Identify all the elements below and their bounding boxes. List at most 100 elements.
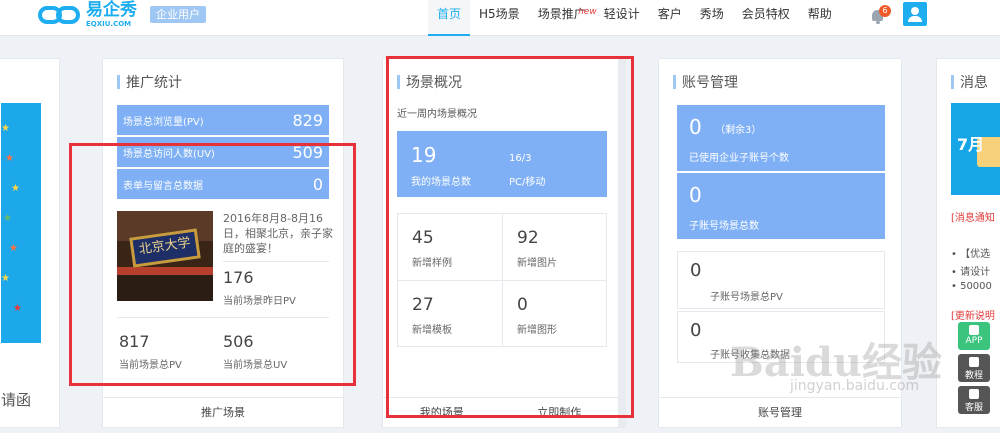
scene-total-label: 我的场景总数 — [411, 177, 471, 188]
total-uv-block: 506 当前场景总UV — [223, 332, 287, 371]
my-scenes-link[interactable]: 我的场景 — [383, 398, 501, 427]
main-nav: 首页 H5场景 场景推广 new 轻设计 客户 秀场 会员特权 帮助 — [428, 0, 841, 36]
user-avatar-icon[interactable] — [903, 2, 927, 26]
account-management-title: 账号管理 — [673, 73, 738, 91]
customer-service-button[interactable]: 客服 — [958, 386, 990, 414]
stat-label: 场景总访问人数(UV) — [123, 148, 215, 160]
new-samples-cell: 45 新增样例 — [398, 214, 503, 281]
total-uv-value: 506 — [223, 332, 254, 351]
new-templates-value: 27 — [412, 295, 434, 315]
scene-total-panel: 19 我的场景总数 16/3 PC/移动 — [397, 131, 607, 197]
nav-scene-promotion[interactable]: 场景推广 new — [529, 0, 597, 36]
promotion-stats-title-text: 推广统计 — [126, 75, 182, 91]
new-templates-cell: 27 新增模板 — [398, 281, 503, 348]
pc-mobile-label: PC/移动 — [509, 177, 546, 188]
site-logo[interactable]: 易企秀 EQXIU.COM — [38, 2, 137, 28]
messages-title: 消息 — [951, 73, 988, 91]
banner-month-text: 7月 — [957, 135, 985, 154]
sub-account-collect-value: 0 — [690, 320, 702, 341]
app-button-label: APP — [965, 336, 983, 346]
new-templates-label: 新增模板 — [412, 325, 452, 336]
account-management-link[interactable]: 账号管理 — [659, 398, 901, 427]
scene-description[interactable]: 2016年8月8-8月16日，相聚北京，亲子家庭的盛宴！ — [223, 211, 333, 256]
promotion-card-footer: 推广场景 — [103, 397, 343, 427]
promote-scene-link[interactable]: 推广场景 — [103, 398, 343, 427]
sub-accounts-remaining: （剩余3） — [715, 125, 762, 136]
stat-row-form-data: 表单与留言总数据 0 — [117, 169, 329, 199]
new-images-label: 新增图片 — [517, 258, 557, 269]
nav-showcase[interactable]: 秀场 — [691, 0, 733, 36]
message-item[interactable]: • 请设计 — [951, 263, 990, 278]
nav-home[interactable]: 首页 — [428, 0, 471, 36]
sub-account-collect-panel: 0 子账号收集总数据 — [677, 311, 885, 363]
person-icon — [969, 389, 979, 399]
stat-value: 509 — [292, 142, 323, 162]
sub-accounts-used-value: 0 — [689, 115, 702, 139]
play-icon — [969, 357, 979, 367]
pc-mobile-value: 16/3 — [509, 153, 532, 164]
promotion-stats-card: 推广统计 场景总浏览量(PV) 829 场景总访问人数(UV) 509 表单与留… — [102, 58, 344, 428]
phone-icon — [969, 325, 979, 335]
top-navigation-bar: 易企秀 EQXIU.COM 企业用户 首页 H5场景 场景推广 new 轻设计 … — [0, 0, 1000, 36]
nav-help[interactable]: 帮助 — [799, 0, 841, 36]
new-images-value: 92 — [517, 228, 539, 248]
message-notice-heading[interactable]: [消息通知 — [951, 209, 995, 224]
promotion-stats-title: 推广统计 — [117, 73, 182, 91]
logo-icon — [38, 2, 84, 28]
nav-h5-scenes[interactable]: H5场景 — [470, 0, 529, 36]
sub-account-scenes-panel: 0 子账号场景总数 — [677, 173, 885, 239]
app-download-button[interactable]: APP — [958, 322, 990, 350]
sub-accounts-used-label: 已使用企业子账号个数 — [689, 153, 789, 164]
scene-total-value: 19 — [411, 143, 437, 167]
enterprise-user-badge[interactable]: 企业用户 — [150, 6, 206, 23]
nav-member-privileges[interactable]: 会员特权 — [733, 0, 799, 36]
stat-value: 0 — [312, 174, 323, 194]
message-item[interactable]: • 50000 — [951, 281, 992, 292]
create-now-link[interactable]: 立即制作 — [501, 398, 619, 427]
sub-account-pv-panel: 0 子账号场景总PV — [677, 251, 885, 309]
tutorial-button-label: 教程 — [964, 371, 983, 381]
sub-account-collect-label: 子账号收集总数据 — [710, 350, 790, 361]
nav-light-design[interactable]: 轻设计 — [595, 0, 649, 36]
total-pv-value: 817 — [119, 332, 150, 351]
stat-row-total-pv: 场景总浏览量(PV) 829 — [117, 105, 329, 135]
account-management-title-text: 账号管理 — [682, 75, 738, 91]
update-notes-heading[interactable]: [更新说明 — [951, 307, 995, 322]
scene-overview-subtitle: 近一周内场景概况 — [397, 109, 477, 120]
sub-account-pv-label: 子账号场景总PV — [710, 292, 783, 303]
total-pv-label: 当前场景总PV — [119, 360, 182, 371]
account-management-card: 账号管理 0 （剩余3） 已使用企业子账号个数 0 子账号场景总数 0 子账号场… — [658, 58, 902, 428]
yesterday-pv-value: 176 — [223, 268, 254, 287]
sub-account-pv-value: 0 — [690, 260, 702, 281]
new-shapes-value: 0 — [517, 295, 528, 315]
sub-account-scenes-label: 子账号场景总数 — [689, 221, 759, 232]
weekly-additions-grid: 45 新增样例 92 新增图片 27 新增模板 0 新增图形 — [397, 213, 607, 347]
new-samples-value: 45 — [412, 228, 434, 248]
stat-label: 场景总浏览量(PV) — [123, 116, 204, 128]
messages-title-text: 消息 — [960, 75, 988, 91]
notification-bell-icon[interactable]: 6 — [866, 5, 891, 27]
stat-label: 表单与留言总数据 — [123, 180, 203, 192]
customer-service-label: 客服 — [964, 403, 983, 413]
invitation-card: ★ ★ ★ ★ ★ ★ ★ 请函 — [0, 58, 60, 428]
message-item[interactable]: • 【优选 — [951, 245, 990, 260]
new-shapes-cell: 0 新增图形 — [503, 281, 608, 348]
scene-card-footer: 我的场景 立即制作 — [383, 397, 618, 427]
sub-account-scenes-value: 0 — [689, 183, 702, 207]
scene-total-stats: 817 当前场景总PV 506 当前场景总UV — [117, 317, 329, 371]
new-images-cell: 92 新增图片 — [503, 214, 608, 281]
scene-thumbnail[interactable]: 北京大学 — [117, 211, 213, 301]
yesterday-pv-block: 176 当前场景昨日PV — [223, 261, 329, 307]
scene-overview-card: 场景概况 近一周内场景概况 19 我的场景总数 16/3 PC/移动 45 新增… — [382, 58, 626, 428]
stat-value: 829 — [292, 110, 323, 130]
sub-accounts-used-panel: 0 （剩余3） 已使用企业子账号个数 — [677, 105, 885, 171]
scene-overview-title-text: 场景概况 — [406, 75, 462, 91]
invitation-image[interactable]: ★ ★ ★ ★ ★ ★ ★ — [1, 103, 41, 343]
tutorial-button[interactable]: 教程 — [958, 354, 990, 382]
nav-customers[interactable]: 客户 — [649, 0, 691, 36]
total-uv-label: 当前场景总UV — [223, 360, 288, 371]
new-shapes-label: 新增图形 — [517, 325, 557, 336]
new-samples-label: 新增样例 — [412, 258, 452, 269]
scene-overview-title: 场景概况 — [397, 73, 462, 91]
messages-banner-image[interactable]: 7月 — [951, 103, 1000, 195]
